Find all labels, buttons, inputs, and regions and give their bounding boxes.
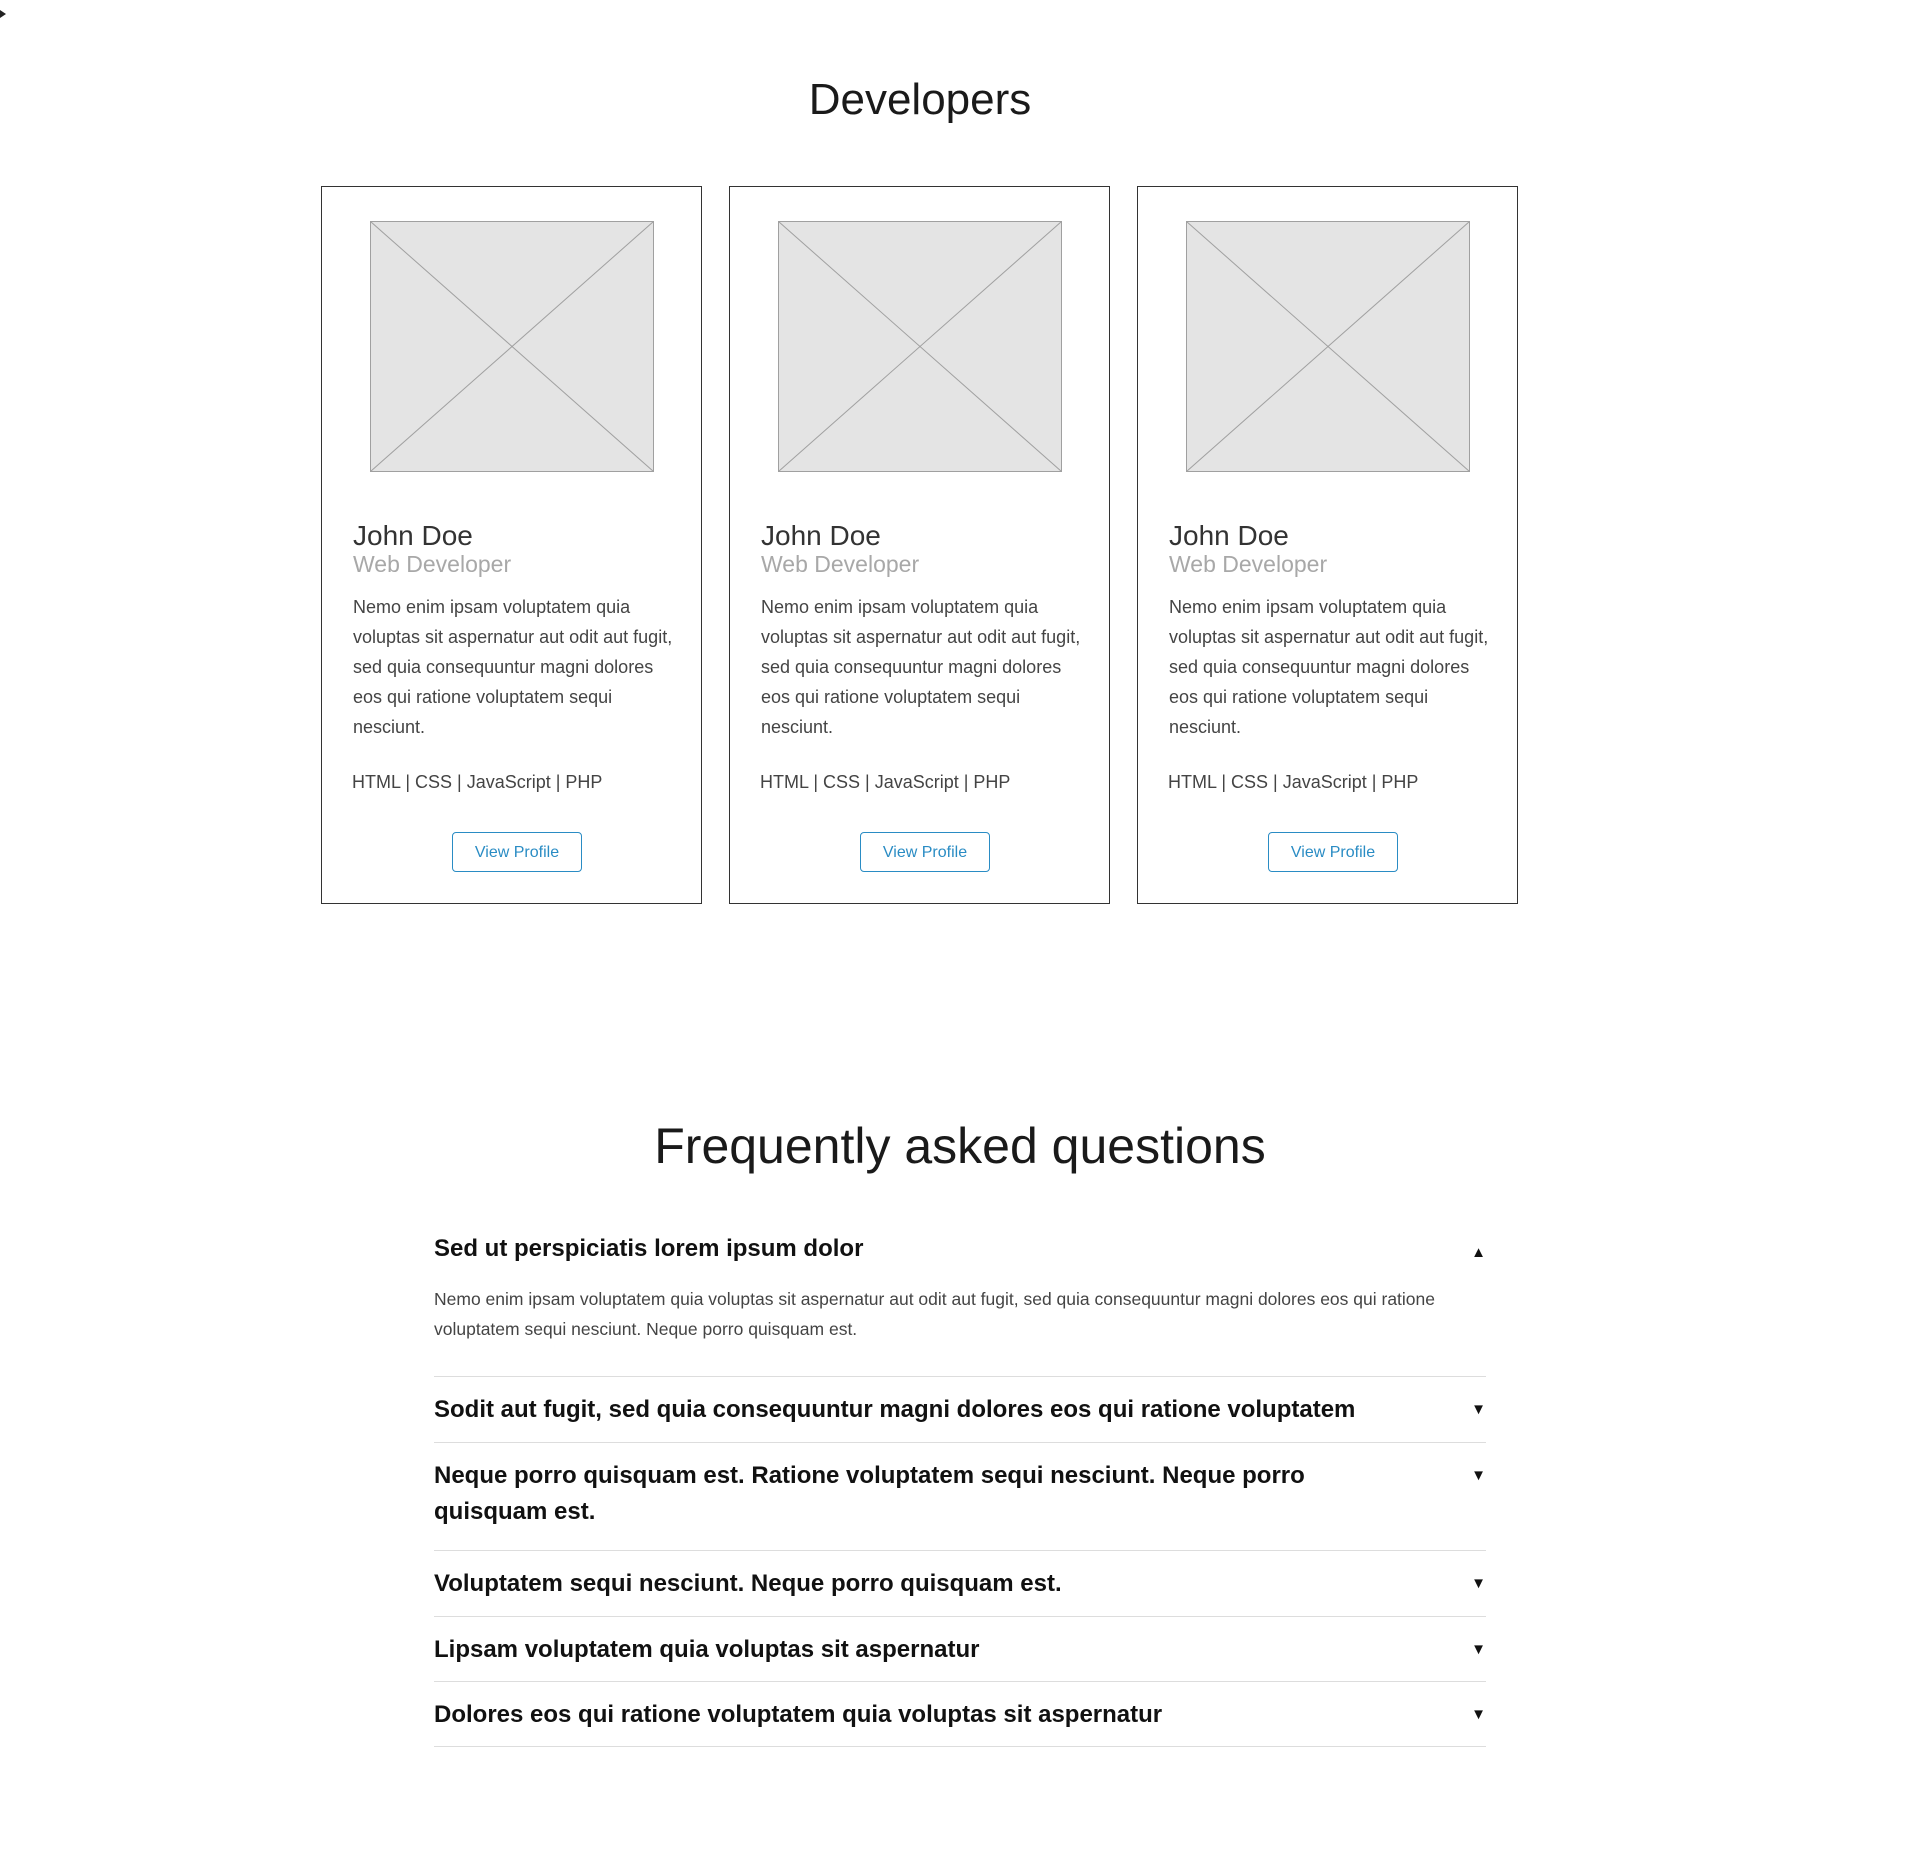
developer-skills: HTML | CSS | JavaScript | PHP <box>1168 772 1419 792</box>
developer-bio: Nemo enim ipsam voluptatem quia voluptas… <box>1169 597 1489 737</box>
faq-item: Sodit aut fugit, sed quia consequuntur m… <box>434 1377 1486 1443</box>
developer-bio: Nemo enim ipsam voluptatem quia voluptas… <box>353 597 673 737</box>
chevron-down-icon[interactable]: ▼ <box>1470 1458 1486 1494</box>
faq-item: Dolores eos qui ratione voluptatem quia … <box>434 1682 1486 1747</box>
developer-cards: John Doe Web Developer Nemo enim ipsam v… <box>321 186 1518 904</box>
faq-item: Neque porro quisquam est. Ratione volupt… <box>434 1443 1486 1551</box>
developer-role: Web Developer <box>353 551 512 577</box>
developer-card: John Doe Web Developer Nemo enim ipsam v… <box>321 186 702 904</box>
chevron-down-icon[interactable]: ▼ <box>1470 1632 1486 1668</box>
mouse-cursor-icon <box>0 10 6 18</box>
developer-skills: HTML | CSS | JavaScript | PHP <box>760 772 1011 792</box>
developer-card: John Doe Web Developer Nemo enim ipsam v… <box>729 186 1110 904</box>
faq-question: Neque porro quisquam est. Ratione volupt… <box>434 1462 1305 1525</box>
view-profile-button[interactable]: View Profile <box>452 832 582 872</box>
developer-name: John Doe <box>353 520 473 551</box>
faq-title: Frequently asked questions <box>654 1118 1266 1174</box>
chevron-down-icon[interactable]: ▼ <box>1470 1566 1486 1602</box>
faq-question: Voluptatem sequi nesciunt. Neque porro q… <box>434 1570 1062 1597</box>
faq-question-toggle[interactable]: Lipsam voluptatem quia voluptas sit aspe… <box>434 1632 1486 1668</box>
chevron-down-icon[interactable]: ▼ <box>1470 1392 1486 1428</box>
faq-question: Sed ut perspiciatis lorem ipsum dolor <box>434 1235 864 1262</box>
view-profile-button[interactable]: View Profile <box>860 832 990 872</box>
faq-question-toggle[interactable]: Sed ut perspiciatis lorem ipsum dolor ▲ <box>434 1231 1486 1271</box>
faq-item: Sed ut perspiciatis lorem ipsum dolor ▲ … <box>434 1225 1486 1377</box>
developer-role: Web Developer <box>761 551 920 577</box>
faq-question-toggle[interactable]: Dolores eos qui ratione voluptatem quia … <box>434 1697 1486 1733</box>
chevron-up-icon[interactable]: ▲ <box>1470 1231 1486 1271</box>
developer-role: Web Developer <box>1169 551 1328 577</box>
faq-item: Voluptatem sequi nesciunt. Neque porro q… <box>434 1551 1486 1617</box>
faq-question-toggle[interactable]: Neque porro quisquam est. Ratione volupt… <box>434 1458 1486 1530</box>
image-placeholder-icon <box>1186 221 1470 472</box>
developer-name: John Doe <box>761 520 881 551</box>
faq-accordion: Sed ut perspiciatis lorem ipsum dolor ▲ … <box>434 1225 1486 1747</box>
developer-skills: HTML | CSS | JavaScript | PHP <box>352 772 603 792</box>
faq-item: Lipsam voluptatem quia voluptas sit aspe… <box>434 1617 1486 1682</box>
faq-question-toggle[interactable]: Sodit aut fugit, sed quia consequuntur m… <box>434 1392 1486 1428</box>
faq-answer: Nemo enim ipsam voluptatem quia voluptas… <box>434 1289 1436 1339</box>
faq-question-toggle[interactable]: Voluptatem sequi nesciunt. Neque porro q… <box>434 1566 1486 1602</box>
chevron-down-icon[interactable]: ▼ <box>1470 1697 1486 1733</box>
faq-question: Lipsam voluptatem quia voluptas sit aspe… <box>434 1636 980 1663</box>
view-profile-button[interactable]: View Profile <box>1268 832 1398 872</box>
faq-question: Dolores eos qui ratione voluptatem quia … <box>434 1701 1163 1728</box>
image-placeholder-icon <box>370 221 654 472</box>
developer-bio: Nemo enim ipsam voluptatem quia voluptas… <box>761 597 1081 737</box>
faq-question: Sodit aut fugit, sed quia consequuntur m… <box>434 1396 1356 1423</box>
developers-title: Developers <box>808 75 1032 124</box>
developer-name: John Doe <box>1169 520 1289 551</box>
image-placeholder-icon <box>778 221 1062 472</box>
developer-card: John Doe Web Developer Nemo enim ipsam v… <box>1137 186 1518 904</box>
